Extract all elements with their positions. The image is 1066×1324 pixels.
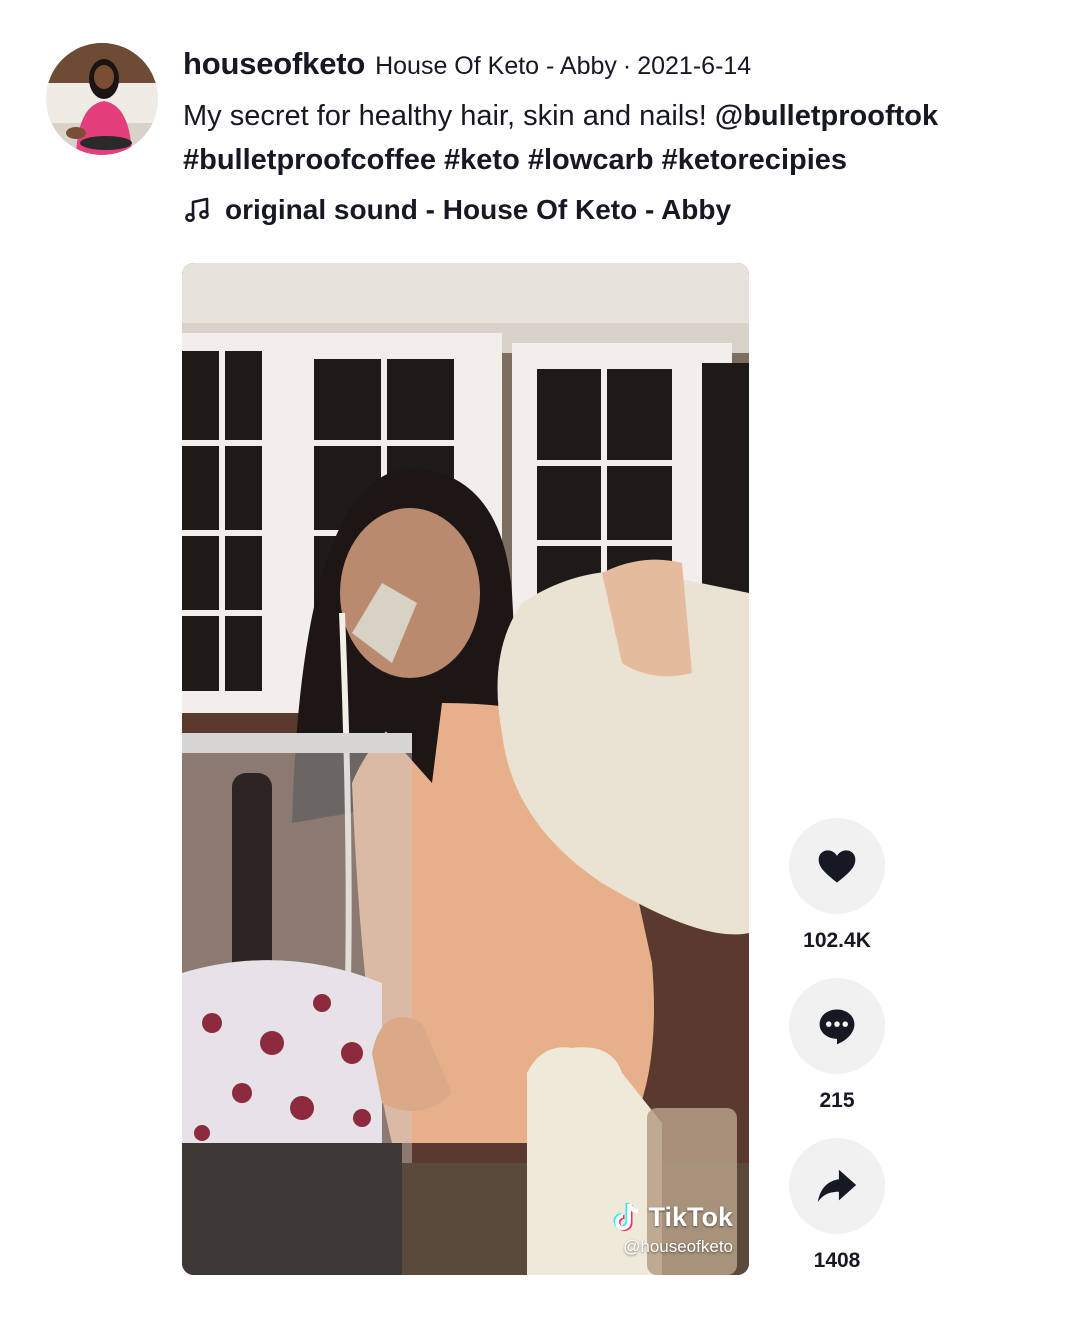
watermark-handle: @houseofketo [623,1237,733,1256]
hashtag-link[interactable]: #ketorecipies [662,144,847,176]
separator-dot: · [622,52,632,80]
post-date: 2021-6-14 [637,52,752,80]
music-link[interactable]: original sound - House Of Keto - Abby [183,194,1026,226]
heart-icon [818,850,856,883]
like-button[interactable] [789,818,885,914]
hashtag-link[interactable]: #keto [444,144,520,176]
comment-icon [819,1009,855,1045]
post-header: houseofketo House Of Keto - Abby · 2021-… [183,46,1026,226]
music-note-icon [185,197,209,222]
watermark-brand: TikTok [648,1201,733,1232]
share-button[interactable] [789,1138,885,1234]
video-frame [182,263,749,1275]
music-title: original sound - House Of Keto - Abby [225,194,732,225]
hashtag-link[interactable]: #bulletproofcoffee [183,144,436,176]
avatar[interactable] [46,43,158,155]
hashtag-link[interactable]: #lowcarb [528,144,654,176]
comment-count: 215 [819,1089,855,1112]
username[interactable]: houseofketo [183,46,365,82]
share-count: 1408 [813,1249,861,1272]
tiktok-logo-icon [614,1203,639,1231]
mention-link[interactable]: @bulletprooftok [715,100,938,132]
tiktok-watermark: TikTok @houseofketo [612,1201,733,1257]
action-bar: 102.4K 215 1408 [789,818,885,1298]
nickname[interactable]: House Of Keto - Abby [375,52,617,81]
like-count: 102.4K [803,929,871,952]
caption-text: My secret for healthy hair, skin and nai… [183,100,715,132]
caption: My secret for healthy hair, skin and nai… [183,94,1026,182]
video-player[interactable]: TikTok @houseofketo [182,263,749,1275]
comment-button[interactable] [789,978,885,1074]
author-line: houseofketo House Of Keto - Abby · 2021-… [183,46,1026,82]
share-icon [817,1169,857,1203]
